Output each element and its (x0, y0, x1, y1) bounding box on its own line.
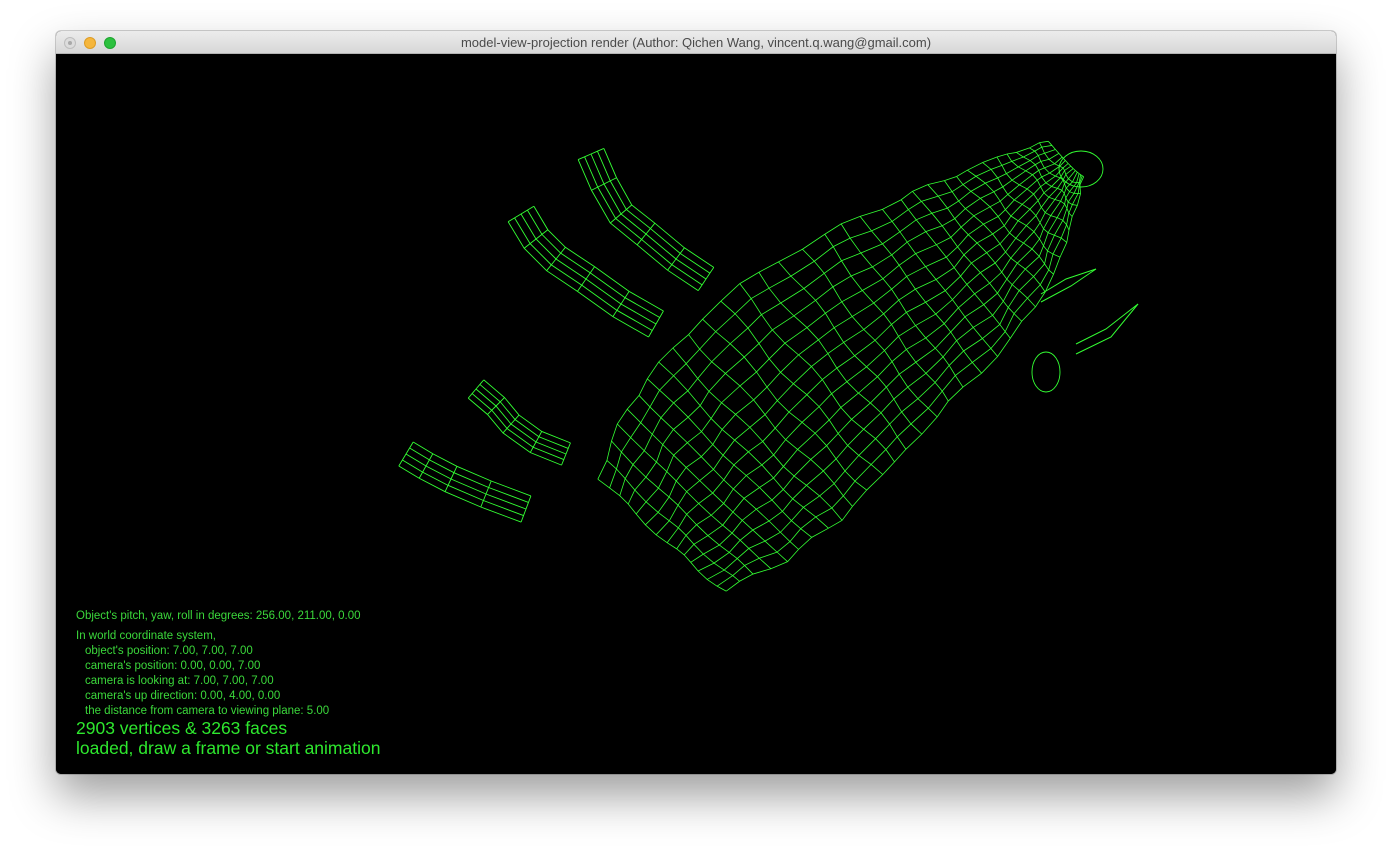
app-window: model-view-projection render (Author: Qi… (56, 31, 1336, 774)
render-canvas[interactable]: Object's pitch, yaw, roll in degrees: 25… (56, 54, 1336, 774)
window-title: model-view-projection render (Author: Qi… (460, 35, 932, 50)
viewing-plane-distance-readout: the distance from camera to viewing plan… (85, 705, 330, 717)
object-position-readout: object's position: 7.00, 7.00, 7.00 (85, 645, 253, 657)
camera-up-readout: camera's up direction: 0.00, 4.00, 0.00 (85, 690, 281, 702)
camera-target-readout: camera is looking at: 7.00, 7.00, 7.00 (85, 675, 274, 687)
title-bar[interactable]: model-view-projection render (Author: Qi… (56, 31, 1336, 54)
mesh-count-status: 2903 vertices & 3263 faces (76, 718, 288, 738)
orientation-readout: Object's pitch, yaw, roll in degrees: 25… (76, 610, 361, 622)
camera-position-readout: camera's position: 0.00, 0.00, 7.00 (85, 660, 261, 672)
world-coords-header: In world coordinate system, (76, 630, 216, 642)
load-status-message: loaded, draw a frame or start animation (76, 738, 381, 758)
